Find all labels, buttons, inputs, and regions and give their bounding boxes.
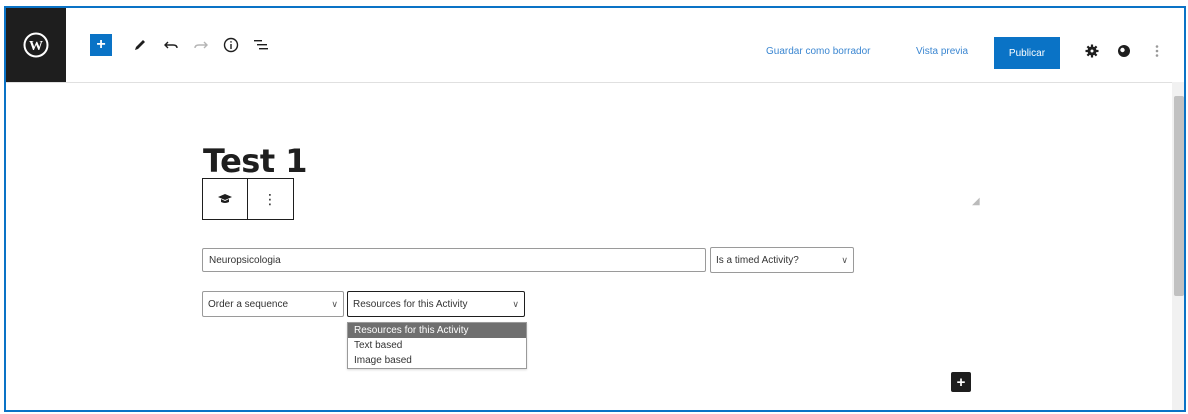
resources-select[interactable]: Resources for this Activity ∨ [347, 291, 525, 317]
resources-select-value: Resources for this Activity [353, 298, 468, 310]
chevron-down-icon: ∨ [331, 298, 338, 309]
dropdown-option[interactable]: Image based [348, 353, 526, 368]
scrollbar-thumb[interactable] [1174, 96, 1184, 296]
activity-type-select-value: Order a sequence [208, 298, 289, 310]
wordpress-logo-icon[interactable]: W [6, 8, 66, 82]
svg-text:W: W [29, 39, 43, 54]
timed-activity-select-value: Is a timed Activity? [716, 254, 799, 266]
post-title[interactable]: Test 1 [203, 142, 308, 180]
graduation-cap-icon[interactable] [203, 179, 247, 219]
activity-name-input[interactable]: Neuropsicologia [202, 248, 706, 272]
pencil-tools-icon[interactable] [132, 33, 148, 57]
chevron-down-icon: ∨ [841, 254, 848, 265]
preview-button[interactable]: Vista previa [916, 46, 968, 57]
list-view-icon[interactable] [252, 33, 270, 57]
more-options-icon[interactable] [1152, 39, 1162, 63]
resources-dropdown-list: Resources for this Activity Text based I… [347, 322, 527, 369]
redo-icon[interactable] [192, 33, 210, 57]
chevron-down-icon: ∨ [512, 298, 519, 309]
dropdown-option[interactable]: Resources for this Activity [348, 323, 526, 338]
top-toolbar: W + Guardar como borrador Vista previa P… [6, 8, 1184, 83]
dropdown-option[interactable]: Text based [348, 338, 526, 353]
vertical-scrollbar[interactable] [1172, 82, 1184, 410]
info-icon[interactable] [222, 33, 240, 57]
block-more-options-button[interactable]: ⋮ [247, 179, 292, 219]
block-inserter-button[interactable]: + [951, 372, 971, 392]
resize-handle-icon[interactable]: ◢ [972, 196, 980, 207]
editor-window: W + Guardar como borrador Vista previa P… [4, 6, 1186, 412]
activity-type-select[interactable]: Order a sequence ∨ [202, 291, 344, 317]
undo-icon[interactable] [162, 33, 180, 57]
save-draft-button[interactable]: Guardar como borrador [766, 46, 871, 57]
publish-button[interactable]: Publicar [994, 37, 1060, 69]
timed-activity-select[interactable]: Is a timed Activity? ∨ [710, 247, 854, 273]
settings-gear-icon[interactable] [1084, 39, 1100, 63]
add-block-button[interactable]: + [90, 34, 112, 56]
block-toolbar: ⋮ [202, 178, 294, 220]
plugin-icon[interactable] [1116, 39, 1132, 63]
